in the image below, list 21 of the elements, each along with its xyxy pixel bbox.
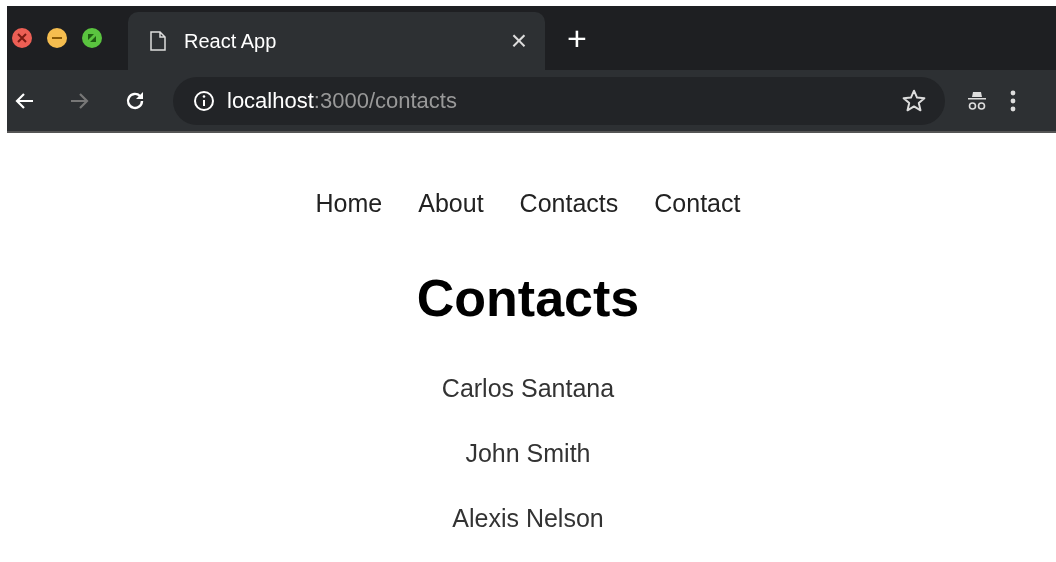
nav-link[interactable]: Contact — [654, 189, 741, 218]
new-tab-button[interactable]: + — [567, 21, 587, 55]
nav-link[interactable]: Home — [315, 189, 383, 218]
bookmark-star-icon[interactable] — [901, 87, 927, 114]
page-heading: Contacts — [416, 268, 640, 328]
contact-name: John Smith — [465, 439, 591, 468]
url-text: localhost:3000/contacts — [227, 87, 458, 114]
document-icon — [150, 31, 166, 51]
menu-icon[interactable] — [1009, 88, 1017, 113]
fullscreen-window-icon[interactable] — [82, 28, 102, 48]
address-bar[interactable]: localhost:3000/contacts — [173, 76, 945, 125]
nav-link[interactable]: About — [418, 189, 484, 218]
tab-title: React App — [184, 29, 278, 53]
info-icon — [193, 89, 215, 112]
close-window-icon[interactable] — [12, 28, 32, 48]
close-tab-button[interactable]: × — [510, 27, 527, 55]
minimize-window-icon[interactable] — [47, 28, 67, 48]
contact-name: Alexis Nelson — [452, 504, 604, 533]
contact-name: Carlos Santana — [441, 374, 615, 403]
nav-link[interactable]: Contacts — [519, 189, 619, 218]
browser-tab[interactable]: React App × — [128, 12, 545, 70]
